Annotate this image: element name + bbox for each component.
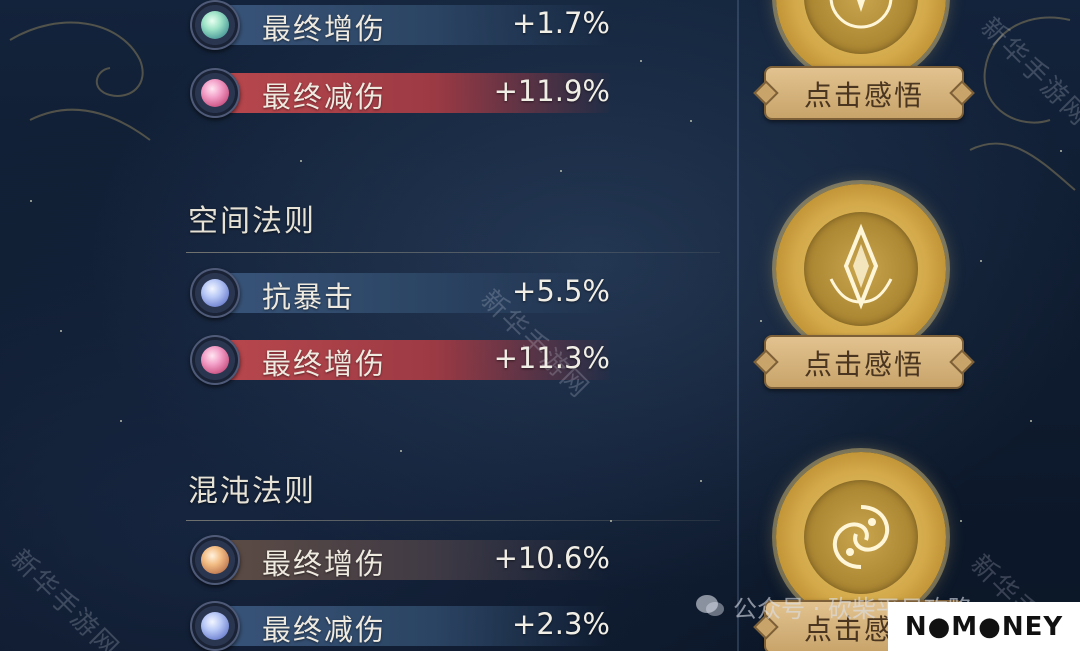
stat-name: 最终增伤 xyxy=(262,12,387,46)
section-title: 混沌法则 xyxy=(188,474,316,509)
section-title: 空间法则 xyxy=(188,204,316,239)
law-emblem[interactable] xyxy=(776,184,946,354)
stat-row: 最终减伤 +11.9% xyxy=(190,68,620,118)
crystal-icon xyxy=(829,223,893,310)
stat-value: +1.7% xyxy=(512,6,610,40)
stat-name: 最终增伤 xyxy=(262,347,387,381)
brand-logo: N●M●NEY xyxy=(904,611,1064,642)
brand-badge: N●M●NEY xyxy=(888,602,1080,651)
wechat-icon xyxy=(696,595,724,616)
section-rule xyxy=(186,520,720,521)
left-swirl-decoration xyxy=(9,21,151,141)
gem-orb-icon xyxy=(190,68,240,118)
gem-orb-icon xyxy=(190,335,240,385)
stat-value: +11.9% xyxy=(493,74,610,108)
stat-value: +5.5% xyxy=(512,274,610,308)
stat-row: 最终增伤 +10.6% xyxy=(190,535,620,585)
stat-name: 最终减伤 xyxy=(262,613,387,647)
insight-button[interactable]: 点击感悟 xyxy=(764,66,964,120)
stat-row: 最终减伤 +2.3% xyxy=(190,601,620,651)
section-rule xyxy=(186,252,720,253)
stat-value: +2.3% xyxy=(512,607,610,641)
game-screen: 最终增伤 +1.7% 最终减伤 +11.9% 点击感悟 空间法则 抗暴击 +5.… xyxy=(0,0,1080,651)
stat-row: 最终增伤 +1.7% xyxy=(190,0,620,50)
gem-orb-icon xyxy=(190,268,240,318)
stat-name: 最终增伤 xyxy=(262,547,387,581)
stat-value: +10.6% xyxy=(493,541,610,575)
gem-orb-icon xyxy=(190,601,240,651)
gem-orb-icon xyxy=(190,0,240,50)
stat-row: 抗暴击 +5.5% xyxy=(190,268,620,318)
stat-name: 抗暴击 xyxy=(262,280,356,314)
panel-divider xyxy=(737,0,739,651)
insight-button[interactable]: 点击感悟 xyxy=(764,335,964,389)
gem-orb-icon xyxy=(190,535,240,585)
stat-name: 最终减伤 xyxy=(262,80,387,114)
